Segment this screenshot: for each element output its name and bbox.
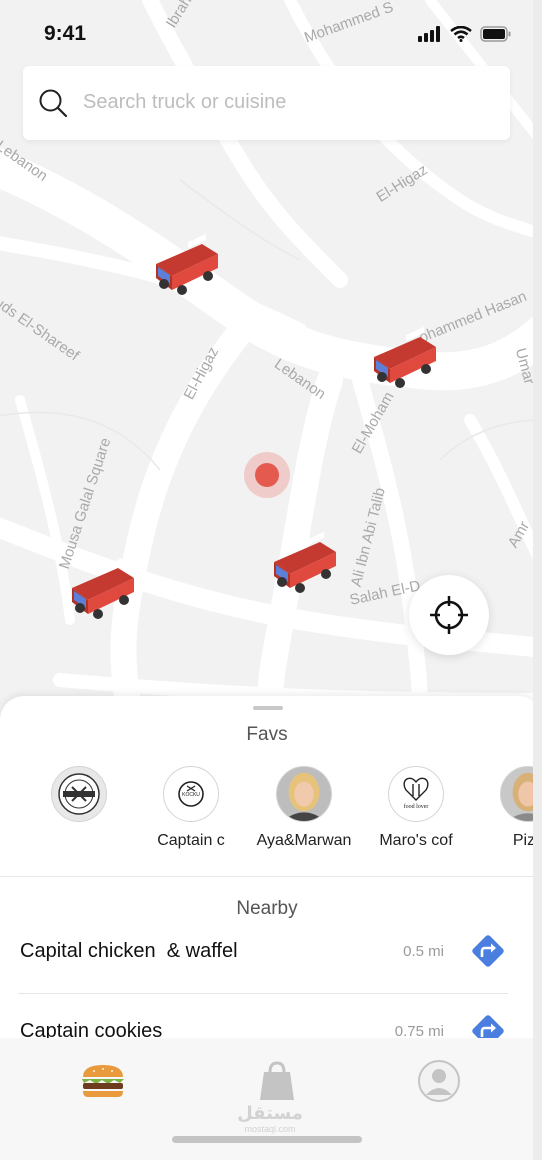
sheet-drag-handle[interactable] <box>253 706 283 710</box>
search-bar[interactable] <box>23 66 510 140</box>
status-icons <box>418 26 512 42</box>
food-truck-marker[interactable] <box>66 556 140 622</box>
fav-name: Aya&Marwan <box>256 832 352 849</box>
fav-item[interactable]: Aya&Marwan <box>248 766 360 850</box>
user-icon <box>418 1060 460 1102</box>
shopping-bag-icon <box>260 1061 294 1100</box>
fav-name: Maro's cof <box>379 832 453 849</box>
woman-portrait <box>276 766 332 822</box>
fav-item[interactable] <box>23 766 135 832</box>
home-indicator[interactable] <box>172 1136 362 1143</box>
food-truck-marker[interactable] <box>150 232 224 298</box>
truck-name: Capital chicken & waffel <box>20 940 238 962</box>
cellular-signal-icon <box>418 26 440 42</box>
wifi-icon <box>450 26 472 42</box>
fav-name: Pizz <box>512 832 542 849</box>
watermark-arabic: مستقل <box>237 1103 303 1124</box>
food-truck-marker[interactable] <box>268 530 342 596</box>
divider <box>18 993 508 994</box>
search-icon <box>39 89 68 118</box>
status-time: 9:41 <box>44 22 87 45</box>
profile-tab[interactable] <box>409 1056 469 1106</box>
location-dot <box>255 463 279 487</box>
nearby-row[interactable]: Capital chicken & waffel 0.5 mi <box>20 926 510 976</box>
tab-bar: مستقل mostaql.com <box>0 1038 542 1160</box>
battery-icon <box>480 26 511 42</box>
locate-me-button[interactable] <box>409 575 489 655</box>
food-truck-marker[interactable] <box>368 325 442 391</box>
watermark: مستقل mostaql.com <box>230 1103 310 1135</box>
fav-item[interactable]: KOCKU Captain c <box>135 766 247 850</box>
burger-icon <box>82 1065 124 1097</box>
favs-list[interactable]: KOCKU Captain c Aya&Marwan food lover Ma… <box>0 766 542 856</box>
bakery-badge-icon <box>58 773 100 815</box>
kocku-logo-icon: KOCKU <box>178 781 204 807</box>
fav-item[interactable]: Pizz <box>472 766 542 850</box>
shopping-bag-tab[interactable] <box>247 1056 307 1106</box>
kocku-logo: KOCKU <box>163 766 219 822</box>
search-input[interactable] <box>83 84 483 120</box>
svg-text:KOCKU: KOCKU <box>182 792 200 798</box>
status-bar: 9:41 <box>0 0 542 60</box>
frame-edge <box>533 0 542 1160</box>
nearby-title: Nearby <box>236 898 298 919</box>
food-lover-icon: food lover <box>403 777 429 810</box>
truck-distance: 0.5 mi <box>403 943 444 960</box>
divider <box>0 876 542 877</box>
crosshair-icon <box>430 596 468 634</box>
directions-icon[interactable] <box>468 931 508 971</box>
food-lover-logo: food lover <box>388 766 444 822</box>
fav-item[interactable]: food lover Maro's cof <box>360 766 472 850</box>
burger-tab[interactable] <box>73 1056 133 1106</box>
bakery-badge-logo <box>51 766 107 822</box>
svg-text:food lover: food lover <box>404 803 429 810</box>
watermark-latin: mostaql.com <box>244 1124 296 1134</box>
fav-name: Captain c <box>157 832 225 849</box>
user-location-marker <box>244 452 290 498</box>
person-photo <box>277 767 331 821</box>
favs-title: Favs <box>246 724 288 745</box>
